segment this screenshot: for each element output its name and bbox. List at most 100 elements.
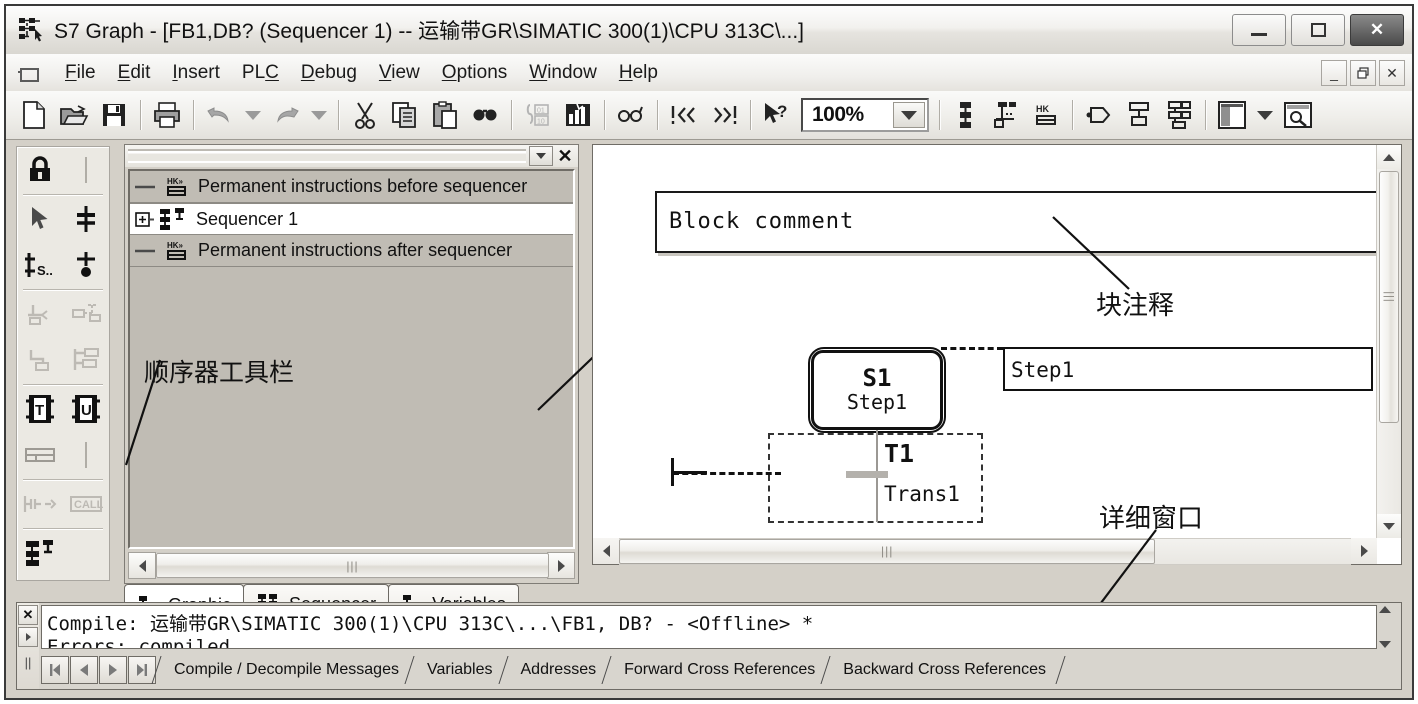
menu-item-insert[interactable]: Insert (161, 62, 231, 84)
first-record-icon[interactable] (41, 656, 69, 684)
next-error-icon[interactable] (704, 95, 744, 135)
jump-icon[interactable] (1079, 95, 1119, 135)
zoom-combobox[interactable]: 100% (801, 98, 929, 132)
close-icon[interactable]: ✕ (18, 605, 38, 625)
details-window-icon[interactable] (1212, 95, 1252, 135)
menu-item-edit[interactable]: Edit (107, 62, 162, 84)
comment-bar-icon[interactable] (19, 434, 61, 476)
scroll-right-button[interactable] (1351, 539, 1377, 564)
expand-icon[interactable] (18, 627, 38, 647)
save-icon[interactable] (94, 95, 134, 135)
mdi-system-icon[interactable] (18, 65, 40, 82)
menu-item-view[interactable]: View (368, 62, 431, 84)
help-pointer-icon[interactable]: ? (757, 95, 797, 135)
branch-close-icon[interactable] (19, 339, 61, 381)
insert-jump-icon[interactable] (65, 244, 107, 286)
permanent-instr-icon[interactable]: HK (1026, 95, 1066, 135)
scroll-track[interactable]: ||| (619, 537, 1351, 565)
copy-icon[interactable] (385, 95, 425, 135)
message-tab-variables[interactable]: Variables (413, 656, 507, 684)
expander-plus-icon[interactable] (134, 209, 158, 229)
scroll-right-button[interactable] (547, 552, 575, 579)
scroll-thumb[interactable]: ||| (1379, 171, 1399, 423)
interlock-icon[interactable] (19, 483, 61, 525)
mdi-minimize-button[interactable]: _ (1321, 60, 1347, 86)
tree-item-permanent-after[interactable]: HK» Permanent instructions after sequenc… (130, 235, 573, 267)
menu-item-debug[interactable]: Debug (290, 62, 368, 84)
insert-step-transition-icon[interactable] (65, 198, 107, 240)
sequencer-toolbar-row (17, 147, 109, 193)
paste-icon[interactable] (425, 95, 465, 135)
transition-view-icon[interactable] (986, 95, 1026, 135)
branch-alt-icon[interactable] (65, 293, 107, 335)
message-text-area[interactable]: Compile: 运输带GR\SIMATIC 300(1)\CPU 313C\.… (41, 605, 1377, 649)
monitor-icon[interactable] (558, 95, 598, 135)
scroll-down-button[interactable] (1379, 641, 1391, 648)
step-view-icon[interactable] (946, 95, 986, 135)
scroll-left-button[interactable] (128, 552, 156, 579)
lock-icon[interactable] (19, 149, 61, 191)
undo-icon[interactable] (200, 95, 240, 135)
close-icon[interactable]: ✕ (555, 146, 575, 166)
new-icon[interactable] (14, 95, 54, 135)
caption-dropdown-icon[interactable] (529, 146, 553, 166)
details-dropdown-icon[interactable] (1252, 95, 1278, 135)
tree-item-permanent-before[interactable]: HK» Permanent instructions before sequen… (130, 171, 573, 203)
mdi-restore-button[interactable] (1350, 60, 1376, 86)
menu-item-options[interactable]: Options (431, 62, 518, 84)
menu-item-plc[interactable]: PLC (231, 62, 290, 84)
redo-icon[interactable] (266, 95, 306, 135)
print-preview-icon[interactable] (1278, 95, 1318, 135)
navigation-horizontal-scrollbar[interactable]: ||| (128, 552, 575, 579)
next-record-icon[interactable] (99, 656, 127, 684)
message-vertical-scrollbar[interactable] (1379, 606, 1399, 648)
minimize-button[interactable] (1232, 14, 1286, 46)
step-hierarchy-icon[interactable] (1119, 95, 1159, 135)
scroll-up-button[interactable] (1379, 606, 1391, 613)
undo-dropdown-icon[interactable] (240, 95, 266, 135)
resize-grip[interactable]: || (25, 655, 32, 670)
simultaneous-branch-icon[interactable] (65, 339, 107, 381)
editor-horizontal-scrollbar[interactable]: ||| (593, 537, 1377, 565)
mdi-close-button[interactable]: ✕ (1379, 60, 1405, 86)
transition-u-icon[interactable]: U (65, 388, 107, 430)
transition-t-icon[interactable]: T (19, 388, 61, 430)
redo-dropdown-icon[interactable] (306, 95, 332, 135)
main-toolbar: 01 10 ? 100% HK (6, 91, 1412, 140)
chevron-down-icon[interactable] (893, 102, 925, 128)
message-tab-addresses[interactable]: Addresses (507, 656, 611, 684)
tree-item-sequencer-1[interactable]: Sequencer 1 (130, 203, 573, 235)
scroll-up-button[interactable] (1377, 145, 1401, 169)
symbol-table-icon[interactable]: 01 10 (518, 95, 558, 135)
scroll-down-button[interactable] (1377, 514, 1401, 538)
editor-canvas[interactable]: Block comment S1 Step1 Step1 T1 Trans1 (593, 145, 1377, 538)
find-icon[interactable] (465, 95, 505, 135)
overview-icon[interactable] (611, 95, 651, 135)
scroll-thumb[interactable]: ||| (156, 553, 549, 578)
sequencer-icon[interactable] (19, 532, 61, 574)
editor-vertical-scrollbar[interactable]: ||| (1376, 145, 1401, 538)
print-icon[interactable] (147, 95, 187, 135)
message-tab-backward-cross-references[interactable]: Backward Cross References (829, 656, 1060, 684)
prev-error-icon[interactable] (664, 95, 704, 135)
maximize-button[interactable] (1291, 14, 1345, 46)
branch-open-icon[interactable] (19, 293, 61, 335)
block-comment-box[interactable]: Block comment (655, 191, 1377, 253)
close-button[interactable]: ✕ (1350, 14, 1404, 46)
scroll-left-button[interactable] (593, 539, 619, 564)
call-icon[interactable]: CALL (65, 483, 107, 525)
menu-item-window[interactable]: Window (518, 62, 608, 84)
message-tab-forward-cross-references[interactable]: Forward Cross References (610, 656, 829, 684)
step-shift-icon[interactable]: S.. (19, 244, 61, 286)
scroll-track[interactable]: ||| (156, 552, 549, 579)
cut-icon[interactable] (345, 95, 385, 135)
select-pointer-icon[interactable] (19, 198, 61, 240)
message-tab-compile-decompile[interactable]: Compile / Decompile Messages (160, 656, 413, 684)
menu-item-file[interactable]: File (54, 62, 107, 84)
prev-record-icon[interactable] (70, 656, 98, 684)
step-detail-box[interactable]: Step1 (1003, 347, 1373, 391)
step-s1[interactable]: S1 Step1 (808, 347, 946, 433)
menu-item-help[interactable]: Help (608, 62, 669, 84)
open-icon[interactable] (54, 95, 94, 135)
sequencer-structure-icon[interactable] (1159, 95, 1199, 135)
